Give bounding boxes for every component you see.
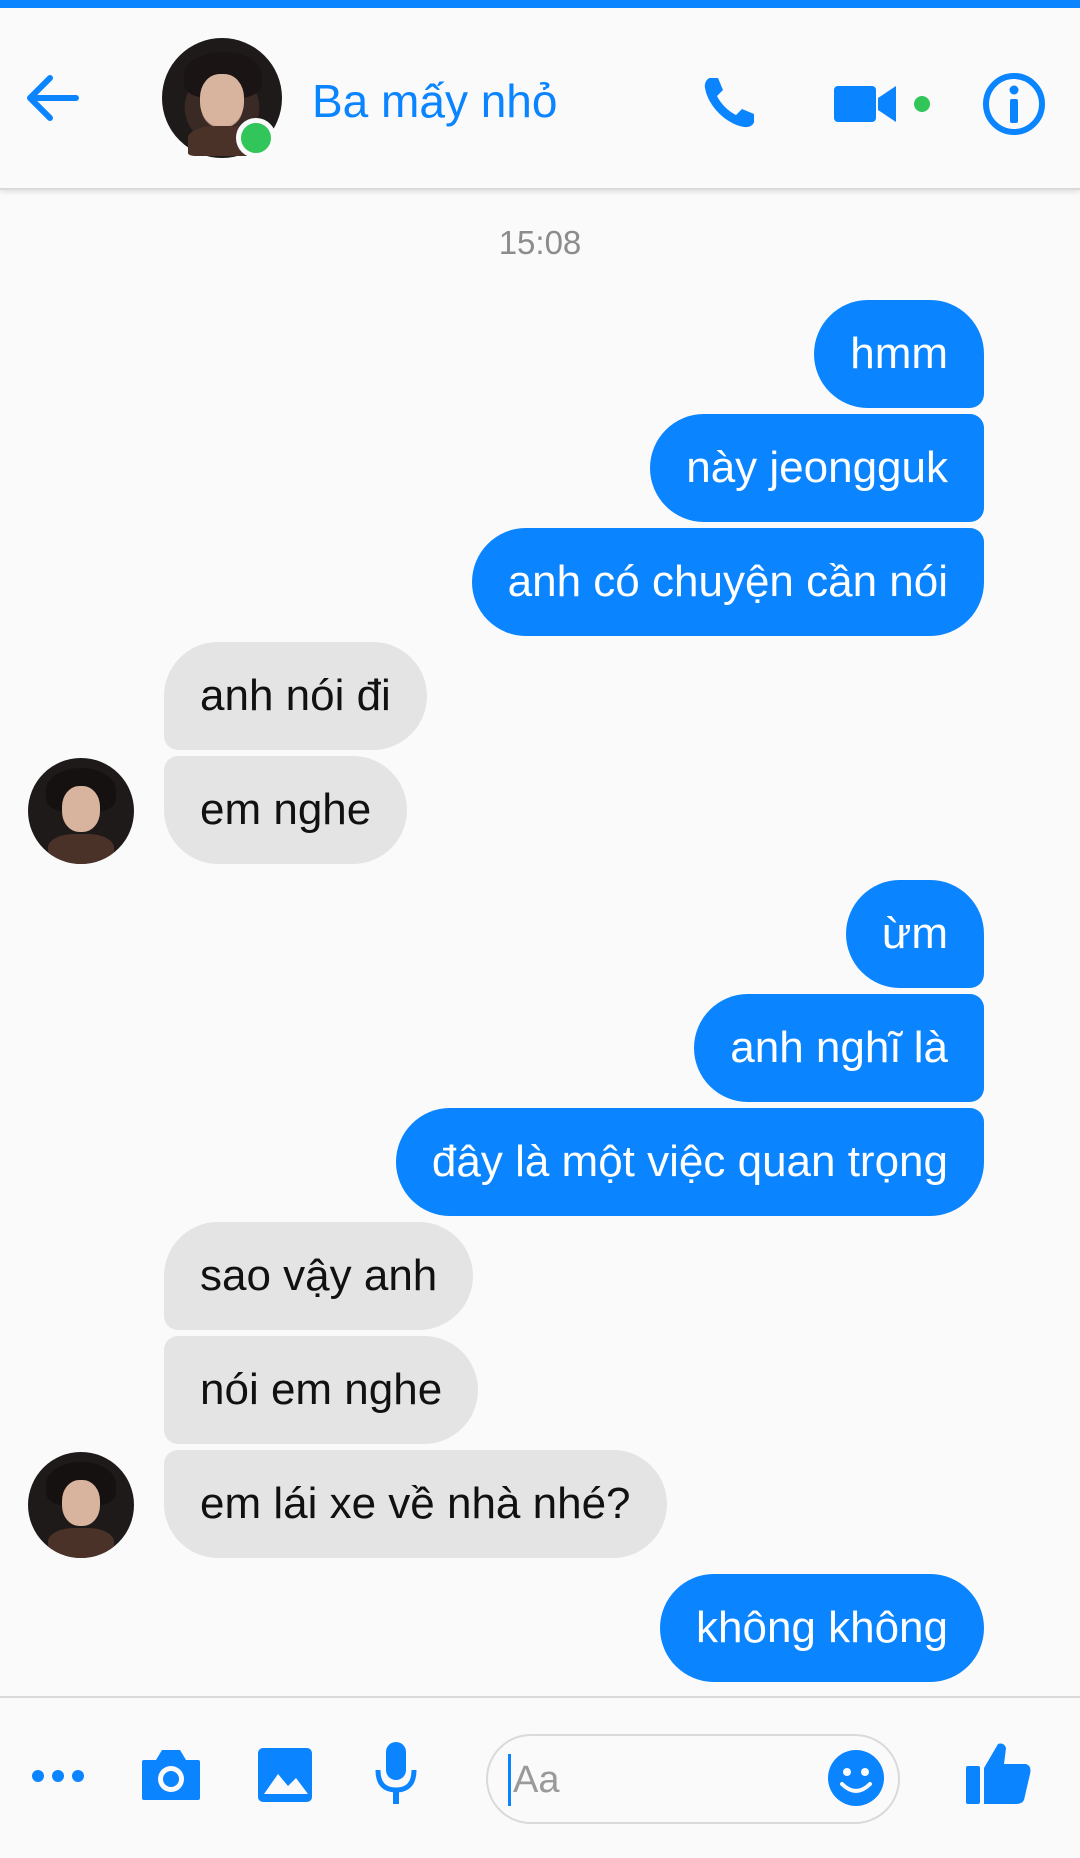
camera-icon[interactable] xyxy=(140,1746,202,1802)
outgoing-message[interactable]: không không xyxy=(660,1574,984,1682)
sender-avatar[interactable] xyxy=(28,758,134,864)
like-icon[interactable] xyxy=(964,1738,1034,1808)
message-composer xyxy=(0,1696,1080,1858)
message-timestamp: 15:08 xyxy=(498,224,582,261)
online-status-indicator xyxy=(236,118,276,158)
back-arrow-icon[interactable] xyxy=(20,66,84,130)
outgoing-message[interactable]: này jeongguk xyxy=(650,414,984,522)
incoming-message[interactable]: em lái xe về nhà nhé? xyxy=(164,1450,667,1558)
incoming-message[interactable]: em nghe xyxy=(164,756,408,864)
emoji-icon[interactable] xyxy=(826,1748,886,1808)
video-camera-icon[interactable] xyxy=(834,82,898,126)
message-list: 15:08 hmm này jeongguk anh có chuyện cần… xyxy=(0,190,1080,1694)
microphone-icon[interactable] xyxy=(374,1740,418,1808)
outgoing-message[interactable]: hmm xyxy=(814,300,984,408)
outgoing-message[interactable]: anh nghĩ là xyxy=(694,994,984,1102)
conversation-title[interactable]: Ba mấy nhỏ xyxy=(312,74,557,128)
video-available-dot xyxy=(914,96,930,112)
incoming-message[interactable]: anh nói đi xyxy=(164,642,427,750)
phone-icon[interactable] xyxy=(700,72,760,132)
more-icon[interactable] xyxy=(30,1768,86,1784)
outgoing-message[interactable]: ừm xyxy=(845,880,984,988)
sender-avatar[interactable] xyxy=(28,1452,134,1558)
top-accent-bar xyxy=(0,0,1080,8)
outgoing-message[interactable]: anh có chuyện cần nói xyxy=(471,528,984,636)
outgoing-message[interactable]: đây là một việc quan trọng xyxy=(395,1108,984,1216)
incoming-message[interactable]: sao vậy anh xyxy=(164,1222,474,1330)
info-icon[interactable] xyxy=(982,72,1046,136)
conversation-header: Ba mấy nhỏ xyxy=(0,8,1080,190)
incoming-message[interactable]: nói em nghe xyxy=(164,1336,479,1444)
message-input[interactable] xyxy=(508,1754,815,1806)
image-icon[interactable] xyxy=(256,1746,314,1804)
